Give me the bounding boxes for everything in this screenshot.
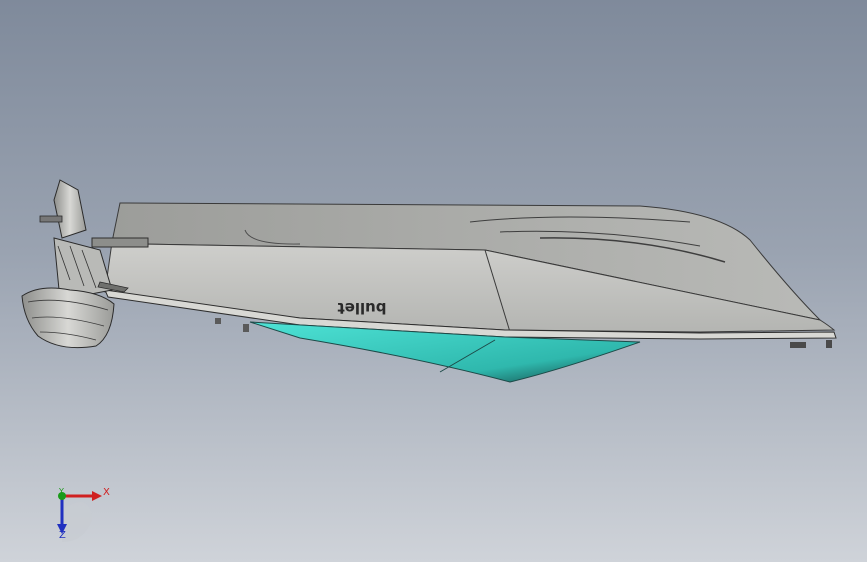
- y-axis-label: Y: [59, 487, 64, 496]
- hull-fitting: [826, 340, 832, 348]
- hull-fitting: [215, 318, 221, 324]
- x-axis-arrowhead: [92, 491, 102, 501]
- z-axis-label: Z: [59, 530, 66, 541]
- transom-bar: [91, 237, 149, 248]
- graphics-viewport[interactable]: bullet X Y Z: [0, 0, 867, 562]
- hull-brand-text: bullet: [337, 299, 386, 317]
- hull-fitting: [243, 324, 249, 332]
- triad-shadow: [62, 502, 92, 542]
- hull-fitting: [790, 342, 806, 348]
- x-axis-label: X: [103, 487, 110, 498]
- boat-model[interactable]: bullet: [0, 0, 867, 562]
